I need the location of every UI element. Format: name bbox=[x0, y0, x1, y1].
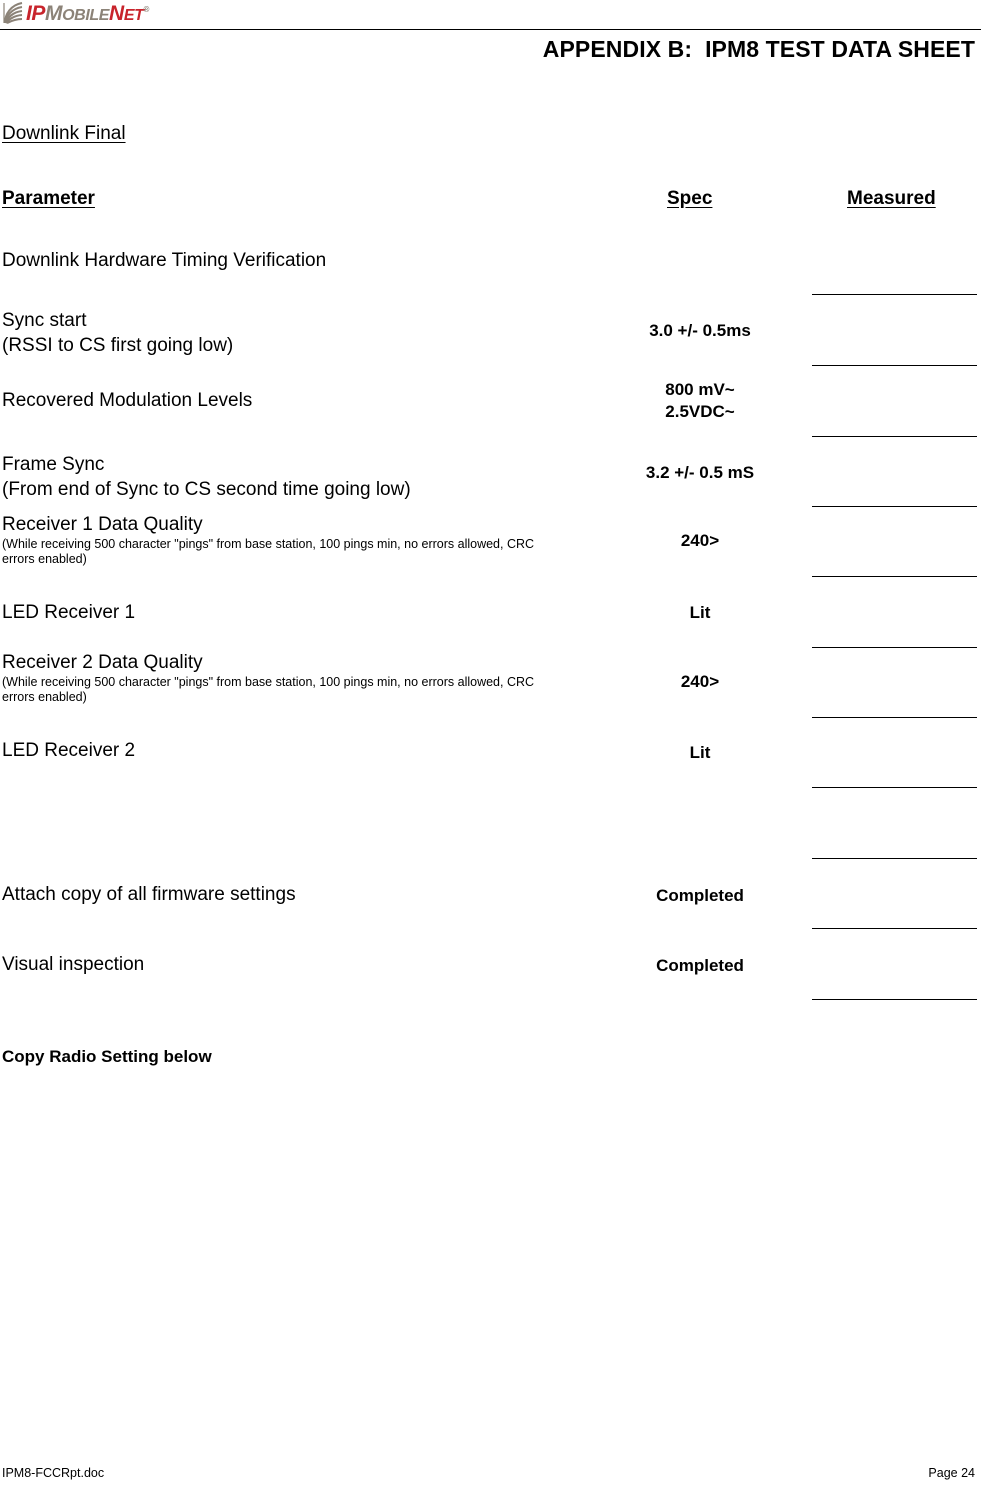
logo-text-obile: OBILE bbox=[62, 7, 110, 24]
row-parameter-title: Receiver 1 Data Quality bbox=[2, 514, 203, 535]
row-parameter-label: Recovered Modulation Levels bbox=[2, 390, 253, 411]
footer-filename: IPM8-FCCRpt.doc bbox=[2, 1466, 105, 1480]
row-spec-value: 240> bbox=[680, 531, 720, 550]
signal-waves-icon bbox=[2, 2, 26, 24]
row-parameter-note: (While receiving 500 character "pings" f… bbox=[2, 675, 535, 704]
copy-radio-setting-note: Copy Radio Setting below bbox=[2, 1047, 212, 1066]
row-parameter-label: Attach copy of all firmware settings bbox=[2, 884, 296, 905]
page-title: APPENDIX B: IPM8 TEST DATA SHEET bbox=[542, 36, 975, 62]
row-spec-value: Completed bbox=[656, 886, 744, 905]
measured-blank-line[interactable] bbox=[812, 787, 977, 788]
row-spec-value: Completed bbox=[656, 956, 744, 975]
measured-blank-line[interactable] bbox=[812, 647, 977, 648]
row-parameter-label: Visual inspection bbox=[2, 954, 145, 975]
measured-blank-line[interactable] bbox=[812, 294, 977, 295]
row-spec-value: 3.0 +/- 0.5ms bbox=[649, 321, 751, 340]
section-heading: Downlink Final bbox=[2, 123, 126, 144]
logo-text-n: N bbox=[109, 2, 124, 25]
row-parameter-label: Receiver 1 Data Quality (While receiving … bbox=[2, 512, 547, 567]
column-header-measured: Measured bbox=[847, 188, 936, 209]
footer-page-number: Page 24 bbox=[928, 1466, 975, 1480]
row-parameter-label: Sync start (RSSI to CS first going low) bbox=[2, 310, 234, 356]
logo-text-ip: IP bbox=[26, 2, 46, 25]
row-spec-value: 240> bbox=[680, 672, 720, 691]
measured-blank-line[interactable] bbox=[812, 999, 977, 1000]
logo-text-et: ET bbox=[123, 7, 144, 24]
measured-blank-line[interactable] bbox=[812, 576, 977, 577]
row-parameter-label: LED Receiver 1 bbox=[2, 602, 136, 623]
row-parameter-label: Receiver 2 Data Quality (While receiving … bbox=[2, 650, 547, 705]
row-spec-value: Lit bbox=[689, 743, 711, 762]
logo-trademark: ® bbox=[143, 5, 149, 14]
measured-blank-line[interactable] bbox=[812, 365, 977, 366]
row-parameter-title: Receiver 2 Data Quality bbox=[2, 652, 203, 673]
row-parameter-label: LED Receiver 2 bbox=[2, 740, 136, 761]
row-spec-value: 800 mV~ 2.5VDC~ bbox=[665, 380, 735, 421]
row-parameter-note: (While receiving 500 character "pings" f… bbox=[2, 537, 535, 566]
column-header-parameter: Parameter bbox=[2, 188, 95, 209]
logo-text-m: M bbox=[45, 2, 63, 25]
row-spec-value: Lit bbox=[689, 603, 711, 622]
company-logo: IPMOBILENET® bbox=[2, 1, 149, 25]
logo-wordmark: IPMOBILENET® bbox=[26, 0, 149, 27]
measured-blank-line[interactable] bbox=[812, 717, 977, 718]
header-divider bbox=[0, 29, 981, 30]
measured-blank-line[interactable] bbox=[812, 928, 977, 929]
row-spec-value: 3.2 +/- 0.5 mS bbox=[645, 463, 755, 482]
column-header-spec: Spec bbox=[667, 188, 713, 209]
page-header: IPMOBILENET® APPENDIX B: IPM8 TEST DATA … bbox=[0, 0, 981, 70]
measured-blank-line[interactable] bbox=[812, 436, 977, 437]
measured-blank-line[interactable] bbox=[812, 506, 977, 507]
document-page: IPMOBILENET® APPENDIX B: IPM8 TEST DATA … bbox=[0, 0, 981, 1500]
row-parameter-label: Frame Sync (From end of Sync to CS secon… bbox=[2, 454, 411, 500]
row-parameter-label: Downlink Hardware Timing Verification bbox=[2, 250, 327, 271]
measured-blank-line[interactable] bbox=[812, 858, 977, 859]
